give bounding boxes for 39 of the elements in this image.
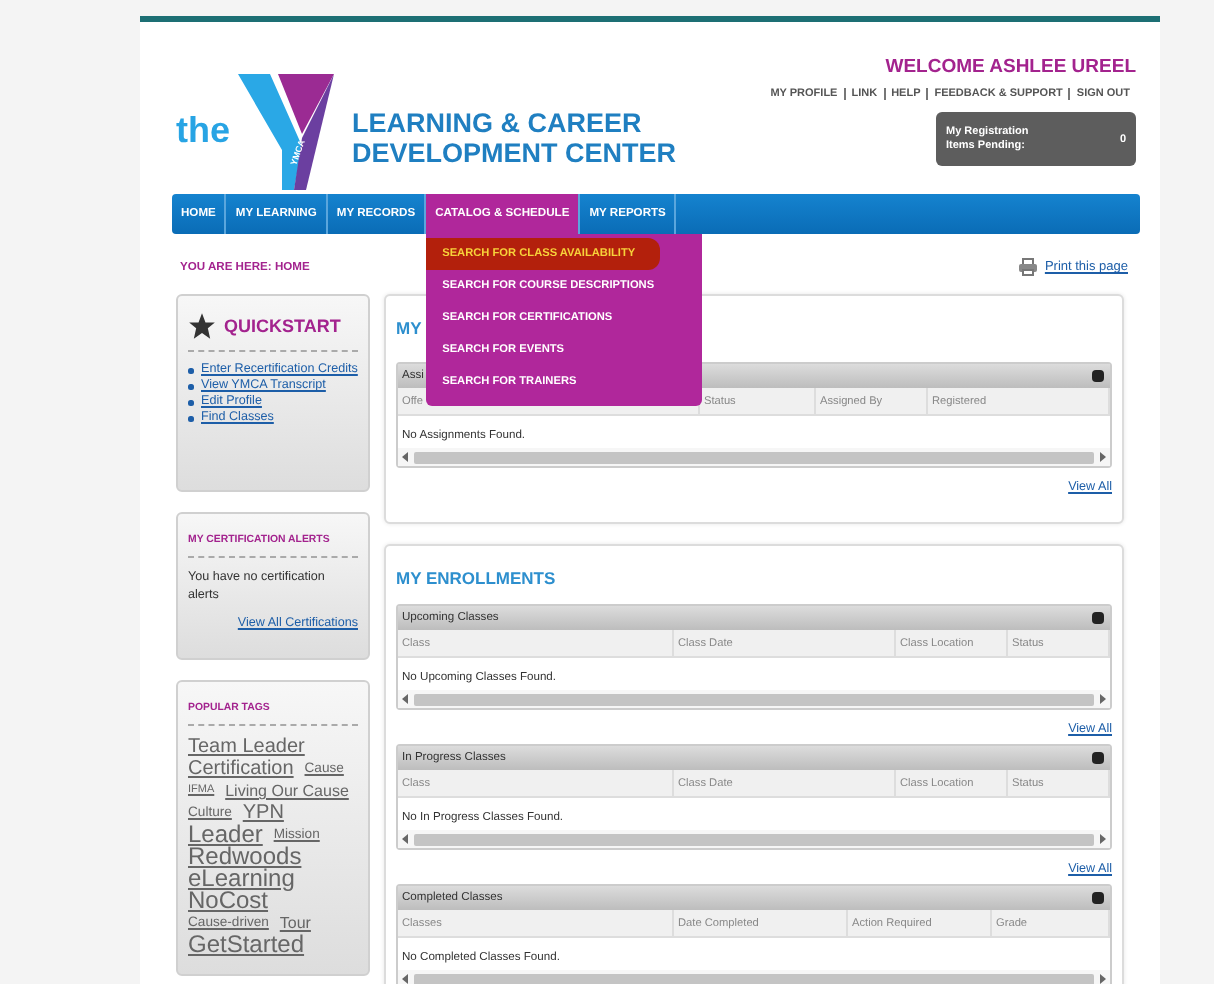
- scroll-left-icon[interactable]: [402, 452, 410, 462]
- welcome-text: WELCOME ASHLEE UREEL: [885, 56, 1136, 78]
- tag-link[interactable]: GetStarted: [188, 934, 305, 956]
- scrollbar[interactable]: [398, 448, 1110, 466]
- star-icon: [188, 312, 216, 340]
- tag-link[interactable]: NoCost: [188, 890, 269, 912]
- bullet-icon: [188, 400, 193, 405]
- tag-link[interactable]: YPN: [242, 802, 284, 824]
- scroll-right-icon[interactable]: [1098, 452, 1106, 462]
- scroll-right-icon[interactable]: [1098, 694, 1106, 704]
- bullet-icon: [188, 384, 193, 389]
- scroll-left-icon[interactable]: [402, 834, 410, 844]
- logo-word: the: [176, 109, 230, 151]
- collapse-icon[interactable]: [1092, 892, 1104, 904]
- printer-icon[interactable]: [1018, 258, 1039, 276]
- scroll-right-icon[interactable]: [1098, 834, 1106, 844]
- tag-link[interactable]: Certification: [188, 758, 294, 780]
- bullet-icon: [188, 416, 193, 421]
- scrollbar[interactable]: [398, 970, 1110, 984]
- tag-link[interactable]: Living Our Cause: [225, 780, 349, 802]
- tag-link[interactable]: Team Leader: [188, 736, 305, 758]
- scrollbar[interactable]: [398, 690, 1110, 708]
- collapse-icon[interactable]: [1092, 370, 1104, 382]
- tag-link[interactable]: Leader: [188, 824, 263, 846]
- scroll-right-icon[interactable]: [1098, 974, 1106, 984]
- scrollbar[interactable]: [398, 830, 1110, 848]
- panel-title: MY: [396, 318, 422, 338]
- tag-link[interactable]: Redwoods: [188, 846, 302, 868]
- collapse-icon[interactable]: [1092, 752, 1104, 764]
- panel-title: MY ENROLLMENTS: [396, 568, 556, 588]
- bullet-icon: [188, 368, 193, 373]
- tag-link[interactable]: Tour: [279, 912, 311, 934]
- box-title: QUICKSTART: [224, 316, 341, 336]
- scroll-left-icon[interactable]: [402, 974, 410, 984]
- site-title: DEVELOPMENT CENTER: [352, 138, 677, 168]
- tag-link[interactable]: eLearning: [188, 868, 295, 890]
- collapse-icon[interactable]: [1092, 612, 1104, 624]
- scroll-left-icon[interactable]: [402, 694, 410, 704]
- site-title: LEARNING & CAREER: [352, 108, 644, 138]
